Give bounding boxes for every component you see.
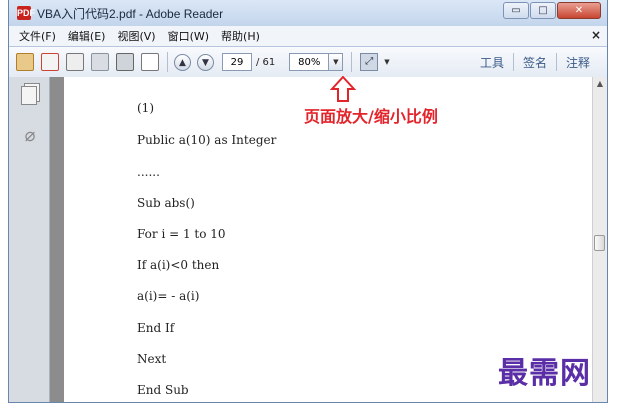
maximize-button[interactable]: □: [530, 2, 556, 19]
tools-button[interactable]: 工具: [471, 54, 513, 71]
menu-view[interactable]: 视图(V): [117, 28, 155, 44]
fit-page-icon[interactable]: ⤢: [360, 53, 379, 71]
code-line: Next: [137, 352, 167, 366]
create-pdf-icon[interactable]: [16, 53, 34, 71]
fit-dropdown-icon[interactable]: ▼: [384, 58, 389, 66]
menu-window[interactable]: 窗口(W): [168, 28, 209, 44]
watermark: 最需网: [498, 356, 591, 391]
adobe-reader-window: PDF VBA入门代码2.pdf - Adobe Reader ▭ □ ✕ 文件…: [8, 0, 608, 403]
navigation-sidebar: ⌀: [9, 77, 50, 402]
window-title: VBA入门代码2.pdf - Adobe Reader: [37, 6, 224, 21]
minimize-button[interactable]: ▭: [503, 2, 529, 19]
code-line: Sub abs(): [137, 196, 195, 210]
menu-file[interactable]: 文件(F): [19, 28, 56, 44]
sign-button[interactable]: 签名: [514, 54, 556, 71]
pdf-app-icon: PDF: [17, 6, 35, 20]
code-line: (1): [137, 101, 154, 115]
attachments-icon[interactable]: ⌀: [21, 125, 39, 146]
next-page-icon[interactable]: ▼: [197, 53, 214, 71]
previous-page-icon[interactable]: ▲: [174, 53, 191, 71]
export-pdf-icon[interactable]: [41, 53, 59, 71]
code-line: ......: [137, 165, 160, 179]
code-line: End If: [137, 321, 175, 335]
zoom-level-input[interactable]: 80%: [289, 53, 330, 71]
up-arrow-icon: [330, 76, 356, 102]
comment-button[interactable]: 注释: [557, 54, 599, 71]
toolbar: ▲ ▼ 29 / 61 80% ▼ ⤢ ▼ 工具 签名 注释: [9, 47, 607, 78]
toolbar-panels: 工具 签名 注释: [471, 47, 599, 77]
code-line: a(i)= - a(i): [137, 289, 200, 303]
toolbar-divider: [167, 52, 168, 72]
toolbar-divider: [351, 52, 353, 72]
email-icon[interactable]: [141, 53, 159, 71]
menu-edit[interactable]: 编辑(E): [68, 28, 106, 44]
zoom-annotation: 页面放大/缩小比例: [304, 107, 438, 126]
scroll-thumb[interactable]: [594, 235, 605, 251]
print-icon[interactable]: [116, 53, 134, 71]
code-line: For i = 1 to 10: [137, 227, 226, 241]
menu-bar: 文件(F) 编辑(E) 视图(V) 窗口(W) 帮助(H) ×: [9, 26, 607, 47]
page-total: / 61: [256, 56, 276, 68]
window-controls: ▭ □ ✕: [502, 2, 601, 19]
close-document-button[interactable]: ×: [591, 28, 601, 42]
page-number-input[interactable]: 29: [222, 53, 252, 71]
code-line: Public a(10) as Integer: [137, 133, 277, 147]
code-line: End Sub: [137, 383, 189, 397]
menu-help[interactable]: 帮助(H): [221, 28, 260, 44]
page-thumbnails-icon[interactable]: [21, 86, 37, 105]
edit-icon[interactable]: [66, 53, 84, 71]
vertical-scrollbar[interactable]: ▲: [592, 77, 607, 402]
title-bar: PDF VBA入门代码2.pdf - Adobe Reader ▭ □ ✕: [9, 0, 607, 26]
document-viewer: (1) Public a(10) as Integer ...... Sub a…: [50, 76, 593, 402]
close-window-button[interactable]: ✕: [557, 2, 601, 19]
pdf-page: (1) Public a(10) as Integer ...... Sub a…: [64, 76, 593, 402]
zoom-dropdown-icon[interactable]: ▼: [329, 53, 344, 71]
scroll-up-icon[interactable]: ▲: [593, 77, 607, 91]
code-line: If a(i)<0 then: [137, 258, 220, 272]
save-icon[interactable]: [91, 53, 109, 71]
